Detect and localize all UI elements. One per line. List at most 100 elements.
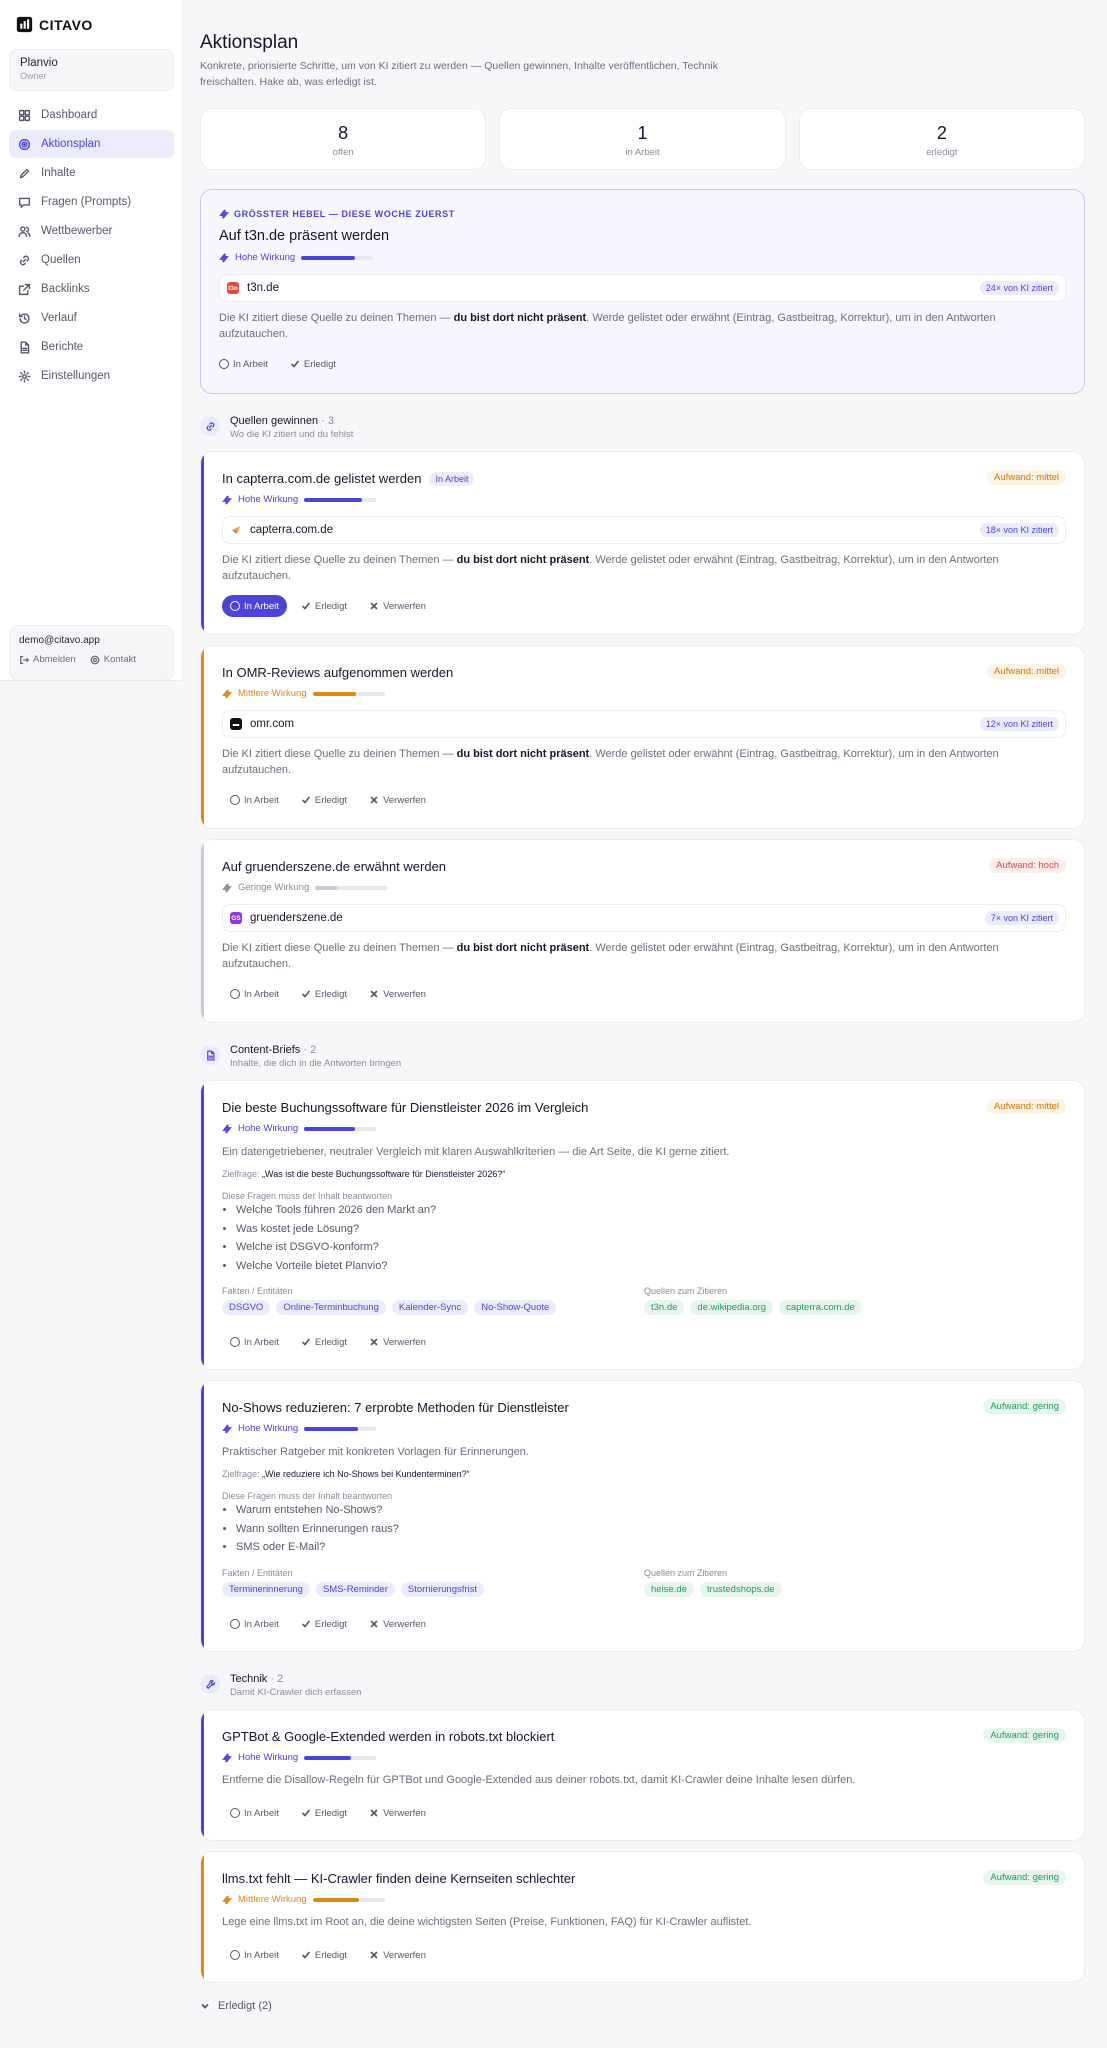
discard-button[interactable]: Verwerfen bbox=[361, 595, 434, 617]
card-title: Die beste Buchungssoftware für Dienstlei… bbox=[222, 1100, 588, 1115]
facts-column: Fakten / Entitäten DSGVO Online-Terminbu… bbox=[222, 1286, 644, 1315]
stat-label: offen bbox=[332, 147, 354, 158]
impact-bar-fill bbox=[312, 691, 356, 696]
chevron-down-icon bbox=[201, 2003, 209, 2009]
sidebar-item-label: Quellen bbox=[41, 254, 81, 266]
source-tag[interactable]: de.wikipedia.org bbox=[690, 1300, 774, 1315]
action-card: Aufwand: mittel In OMR-Reviews aufgenomm… bbox=[200, 645, 1085, 829]
card-description: Praktischer Ratgeber mit konkreten Vorla… bbox=[222, 1446, 529, 1458]
card-title: GPTBot & Google-Extended werden in robot… bbox=[222, 1729, 554, 1744]
stat-open[interactable]: 8 offen bbox=[200, 108, 487, 170]
impact-label: Hohe Wirkung bbox=[238, 1123, 299, 1134]
discard-button[interactable]: Verwerfen bbox=[361, 789, 434, 811]
sidebar-item-dashboard[interactable]: Dashboard bbox=[9, 101, 174, 129]
source-row[interactable]: GS gruenderszene.de 7× von KI zitiert bbox=[222, 904, 1066, 932]
link-icon bbox=[19, 255, 30, 265]
sidebar-item-aktionsplan[interactable]: Aktionsplan bbox=[9, 130, 174, 158]
users-icon bbox=[18, 225, 31, 237]
card-title: In OMR-Reviews aufgenommen werden bbox=[222, 665, 453, 680]
sidebar-item-inhalte[interactable]: Inhalte bbox=[9, 159, 174, 187]
done-button[interactable]: Erledigt bbox=[293, 983, 355, 1005]
in-progress-button[interactable]: In Arbeit bbox=[222, 1331, 287, 1353]
sidebar-item-wettbewerber[interactable]: Wettbewerber bbox=[9, 217, 174, 245]
done-button[interactable]: Erledigt bbox=[293, 1613, 355, 1635]
in-progress-button[interactable]: In Arbeit bbox=[211, 353, 276, 375]
button-label: Verwerfen bbox=[383, 794, 426, 806]
group-count: · 3 bbox=[321, 415, 334, 427]
in-progress-button[interactable]: In Arbeit bbox=[222, 1802, 287, 1824]
desc-text: Die KI zitiert diese Quelle zu deinen Th… bbox=[219, 312, 454, 324]
button-label: Erledigt bbox=[303, 358, 337, 370]
check-icon bbox=[302, 602, 310, 610]
in-progress-button[interactable]: In Arbeit bbox=[222, 1944, 287, 1966]
bolt-icon bbox=[222, 882, 232, 893]
source-domain: capterra.com.de bbox=[250, 524, 334, 536]
stat-done[interactable]: 2 erledigt bbox=[798, 108, 1085, 170]
sidebar-item-backlinks[interactable]: Backlinks bbox=[9, 275, 174, 303]
source-domain: gruenderszene.de bbox=[250, 912, 343, 924]
desc-emphasis: du bist dort nicht präsent bbox=[456, 942, 590, 954]
source-row[interactable]: ▬ omr.com 12× von KI zitiert bbox=[222, 710, 1066, 738]
sidebar-item-fragen[interactable]: Fragen (Prompts) bbox=[9, 188, 174, 216]
discard-button[interactable]: Verwerfen bbox=[361, 1944, 434, 1966]
bolt-icon bbox=[219, 209, 229, 219]
page-subtitle: Konkrete, priorisierte Schritte, um von … bbox=[200, 60, 718, 88]
facts-label: Fakten / Entitäten bbox=[222, 1568, 293, 1578]
source-tag[interactable]: capterra.com.de bbox=[779, 1300, 862, 1315]
impact-bar bbox=[312, 1897, 385, 1902]
source-row[interactable]: capterra.com.de 18× von KI zitiert bbox=[222, 516, 1066, 544]
logout-link[interactable]: Abmelden bbox=[19, 654, 76, 665]
sidebar-item-quellen[interactable]: Quellen bbox=[9, 246, 174, 274]
document-icon bbox=[200, 1045, 220, 1065]
circle-icon bbox=[230, 1950, 240, 1960]
entity-tag: Kalender-Sync bbox=[391, 1300, 469, 1315]
card-accent-bar bbox=[201, 1710, 204, 1840]
in-progress-button[interactable]: In Arbeit bbox=[222, 1613, 287, 1635]
discard-button[interactable]: Verwerfen bbox=[361, 983, 434, 1005]
button-label: In Arbeit bbox=[244, 794, 279, 806]
done-button[interactable]: Erledigt bbox=[293, 1944, 355, 1966]
citation-badge: 24× von KI zitiert bbox=[979, 281, 1059, 295]
button-label: Erledigt bbox=[314, 1336, 348, 1348]
source-tag[interactable]: trustedshops.de bbox=[699, 1582, 782, 1597]
questions-label: Diese Fragen muss der Inhalt beantworten bbox=[222, 1191, 393, 1201]
sidebar-item-label: Einstellungen bbox=[41, 370, 111, 382]
source-tag[interactable]: t3n.de bbox=[644, 1300, 685, 1315]
source-row[interactable]: t3n t3n.de 24× von KI zitiert bbox=[219, 274, 1066, 302]
button-label: In Arbeit bbox=[233, 358, 268, 370]
sidebar-item-berichte[interactable]: Berichte bbox=[9, 333, 174, 361]
done-button[interactable]: Erledigt bbox=[282, 353, 344, 375]
impact-label: Hohe Wirkung bbox=[238, 494, 299, 505]
impact-label: Hohe Wirkung bbox=[238, 1752, 299, 1763]
entity-tag: Stornierungsfrist bbox=[400, 1582, 485, 1597]
contact-link[interactable]: Kontakt bbox=[90, 654, 136, 665]
stat-value: 8 bbox=[338, 123, 349, 143]
list-item: SMS oder E-Mail? bbox=[236, 1538, 399, 1557]
impact-indicator: Mittlere Wirkung bbox=[222, 1894, 385, 1905]
in-progress-button[interactable]: In Arbeit bbox=[222, 595, 287, 617]
close-icon bbox=[370, 602, 378, 610]
featured-action-card: GRÖSSTER HEBEL — DIESE WOCHE ZUERST Auf … bbox=[200, 189, 1085, 394]
desc-text: Die KI zitiert diese Quelle zu deinen Th… bbox=[222, 748, 457, 760]
questions-list: Welche Tools führen 2026 den Markt an? W… bbox=[222, 1201, 436, 1275]
project-switcher[interactable]: Planvio Owner bbox=[9, 49, 174, 91]
discard-button[interactable]: Verwerfen bbox=[361, 1331, 434, 1353]
source-tag[interactable]: heise.de bbox=[644, 1582, 694, 1597]
done-button[interactable]: Erledigt bbox=[293, 789, 355, 811]
in-progress-button[interactable]: In Arbeit bbox=[222, 983, 287, 1005]
stat-in-progress[interactable]: 1 in Arbeit bbox=[499, 108, 786, 170]
list-item: Wann sollten Erinnerungen raus? bbox=[236, 1520, 399, 1539]
logo[interactable]: CITAVO bbox=[16, 16, 93, 33]
done-button[interactable]: Erledigt bbox=[293, 595, 355, 617]
group-title-text: Quellen gewinnen bbox=[230, 415, 319, 427]
entity-tag: No-Show-Quote bbox=[474, 1300, 557, 1315]
done-button[interactable]: Erledigt bbox=[293, 1802, 355, 1824]
discard-button[interactable]: Verwerfen bbox=[361, 1802, 434, 1824]
sidebar-item-einstellungen[interactable]: Einstellungen bbox=[9, 362, 174, 390]
in-progress-button[interactable]: In Arbeit bbox=[222, 789, 287, 811]
discard-button[interactable]: Verwerfen bbox=[361, 1613, 434, 1635]
done-section-toggle[interactable]: Erledigt (2) bbox=[200, 2000, 272, 2012]
impact-label: Mittlere Wirkung bbox=[238, 1894, 307, 1905]
sidebar-item-verlauf[interactable]: Verlauf bbox=[9, 304, 174, 332]
done-button[interactable]: Erledigt bbox=[293, 1331, 355, 1353]
